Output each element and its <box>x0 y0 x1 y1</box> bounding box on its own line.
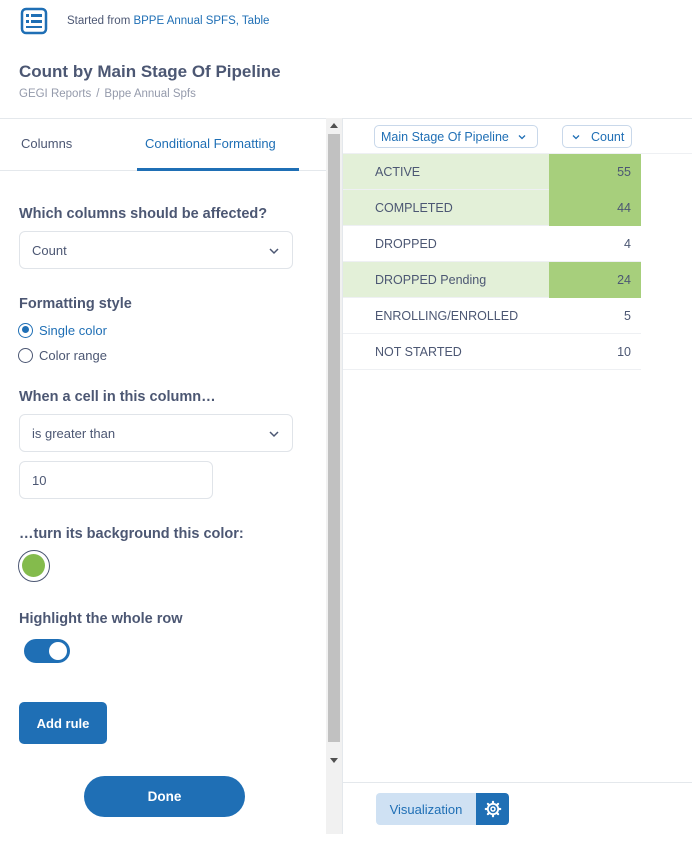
table-row[interactable]: DROPPED Pending 24 <box>343 262 641 298</box>
condition-label: When a cell in this column… <box>19 389 216 405</box>
count-cell: 55 <box>549 154 641 190</box>
tab-conditional-formatting[interactable]: Conditional Formatting <box>145 136 276 151</box>
columns-affected-label: Which columns should be affected? <box>19 206 268 222</box>
count-value: 55 <box>617 165 631 179</box>
radio-single-color[interactable]: Single color <box>18 322 107 338</box>
visualization-settings-button[interactable] <box>476 793 509 825</box>
count-value: 4 <box>624 237 631 251</box>
results-table: Main Stage Of Pipeline Count ACTIVE 55 C… <box>343 118 692 782</box>
column-header-count-label: Count <box>591 129 625 144</box>
table-icon <box>19 6 49 36</box>
chevron-down-icon <box>518 134 526 139</box>
radio-unchecked-icon <box>18 347 33 363</box>
toggle-knob <box>49 642 67 660</box>
table-row[interactable]: ENROLLING/ENROLLED 5 <box>343 298 641 334</box>
scroll-up-icon[interactable] <box>330 123 338 128</box>
count-value: 5 <box>624 309 631 323</box>
stage-cell: DROPPED Pending <box>375 273 487 287</box>
radio-color-range[interactable]: Color range <box>18 347 107 363</box>
breadcrumb-separator: / <box>96 88 100 100</box>
chevron-down-icon <box>269 431 279 438</box>
count-cell: 44 <box>549 190 641 226</box>
stage-cell: ENROLLING/ENROLLED <box>375 309 519 323</box>
source-question-link[interactable]: BPPE Annual SPFS, Table <box>133 15 269 27</box>
color-picker-swatch[interactable] <box>18 550 50 582</box>
table-row[interactable]: NOT STARTED 10 <box>343 334 641 370</box>
column-header-count[interactable]: Count <box>562 125 632 148</box>
count-value: 44 <box>617 201 631 215</box>
stage-cell: COMPLETED <box>375 201 453 215</box>
scroll-down-icon[interactable] <box>330 758 338 763</box>
chevron-down-icon <box>269 248 279 255</box>
table-header: Main Stage Of Pipeline Count <box>343 119 692 154</box>
columns-select-value: Count <box>32 243 67 258</box>
count-cell: 5 <box>549 298 641 334</box>
visualization-button[interactable]: Visualization <box>376 793 476 825</box>
panel-scrollbar[interactable] <box>326 118 342 834</box>
scroll-thumb[interactable] <box>328 134 340 742</box>
add-rule-button[interactable]: Add rule <box>19 702 107 744</box>
formatting-style-label: Formatting style <box>19 296 132 312</box>
column-header-stage[interactable]: Main Stage Of Pipeline <box>374 125 538 148</box>
condition-value-input[interactable]: 10 <box>19 461 213 499</box>
gear-icon <box>484 800 501 818</box>
radio-checked-icon <box>18 322 33 338</box>
breadcrumb-collection[interactable]: GEGI Reports <box>19 88 91 100</box>
started-from-label: Started from <box>67 15 134 27</box>
highlight-row-label: Highlight the whole row <box>19 611 183 627</box>
breadcrumb: GEGI Reports / Bppe Annual Spfs <box>19 88 196 100</box>
operator-select-value: is greater than <box>32 426 116 441</box>
settings-tabs: Columns Conditional Formatting <box>0 119 326 171</box>
started-from: Started from BPPE Annual SPFS, Table <box>67 15 269 27</box>
radio-color-range-label: Color range <box>39 347 107 363</box>
color-label: …turn its background this color: <box>19 526 244 542</box>
table-row[interactable]: COMPLETED 44 <box>343 190 641 226</box>
condition-value-text: 10 <box>32 473 47 488</box>
tab-columns[interactable]: Columns <box>21 136 72 151</box>
done-button[interactable]: Done <box>84 776 245 817</box>
operator-select[interactable]: is greater than <box>19 414 293 452</box>
table-row[interactable]: DROPPED 4 <box>343 226 641 262</box>
columns-select[interactable]: Count <box>19 231 293 269</box>
count-cell: 10 <box>549 334 641 370</box>
selected-color <box>22 554 45 577</box>
view-footer: Visualization <box>343 782 692 834</box>
highlight-row-toggle[interactable] <box>24 639 70 663</box>
breadcrumb-item[interactable]: Bppe Annual Spfs <box>104 88 195 100</box>
stage-cell: ACTIVE <box>375 165 421 179</box>
table-row[interactable]: ACTIVE 55 <box>343 154 641 190</box>
count-value: 24 <box>617 273 631 287</box>
stage-cell: NOT STARTED <box>375 345 462 359</box>
count-cell: 4 <box>549 226 641 262</box>
chevron-down-icon <box>572 134 580 139</box>
count-cell: 24 <box>549 262 641 298</box>
active-tab-indicator <box>137 168 299 171</box>
page-title: Count by Main Stage Of Pipeline <box>19 62 281 81</box>
count-value: 10 <box>617 345 631 359</box>
column-header-stage-label: Main Stage Of Pipeline <box>381 129 509 144</box>
stage-cell: DROPPED <box>375 237 437 251</box>
radio-single-color-label: Single color <box>39 322 107 338</box>
